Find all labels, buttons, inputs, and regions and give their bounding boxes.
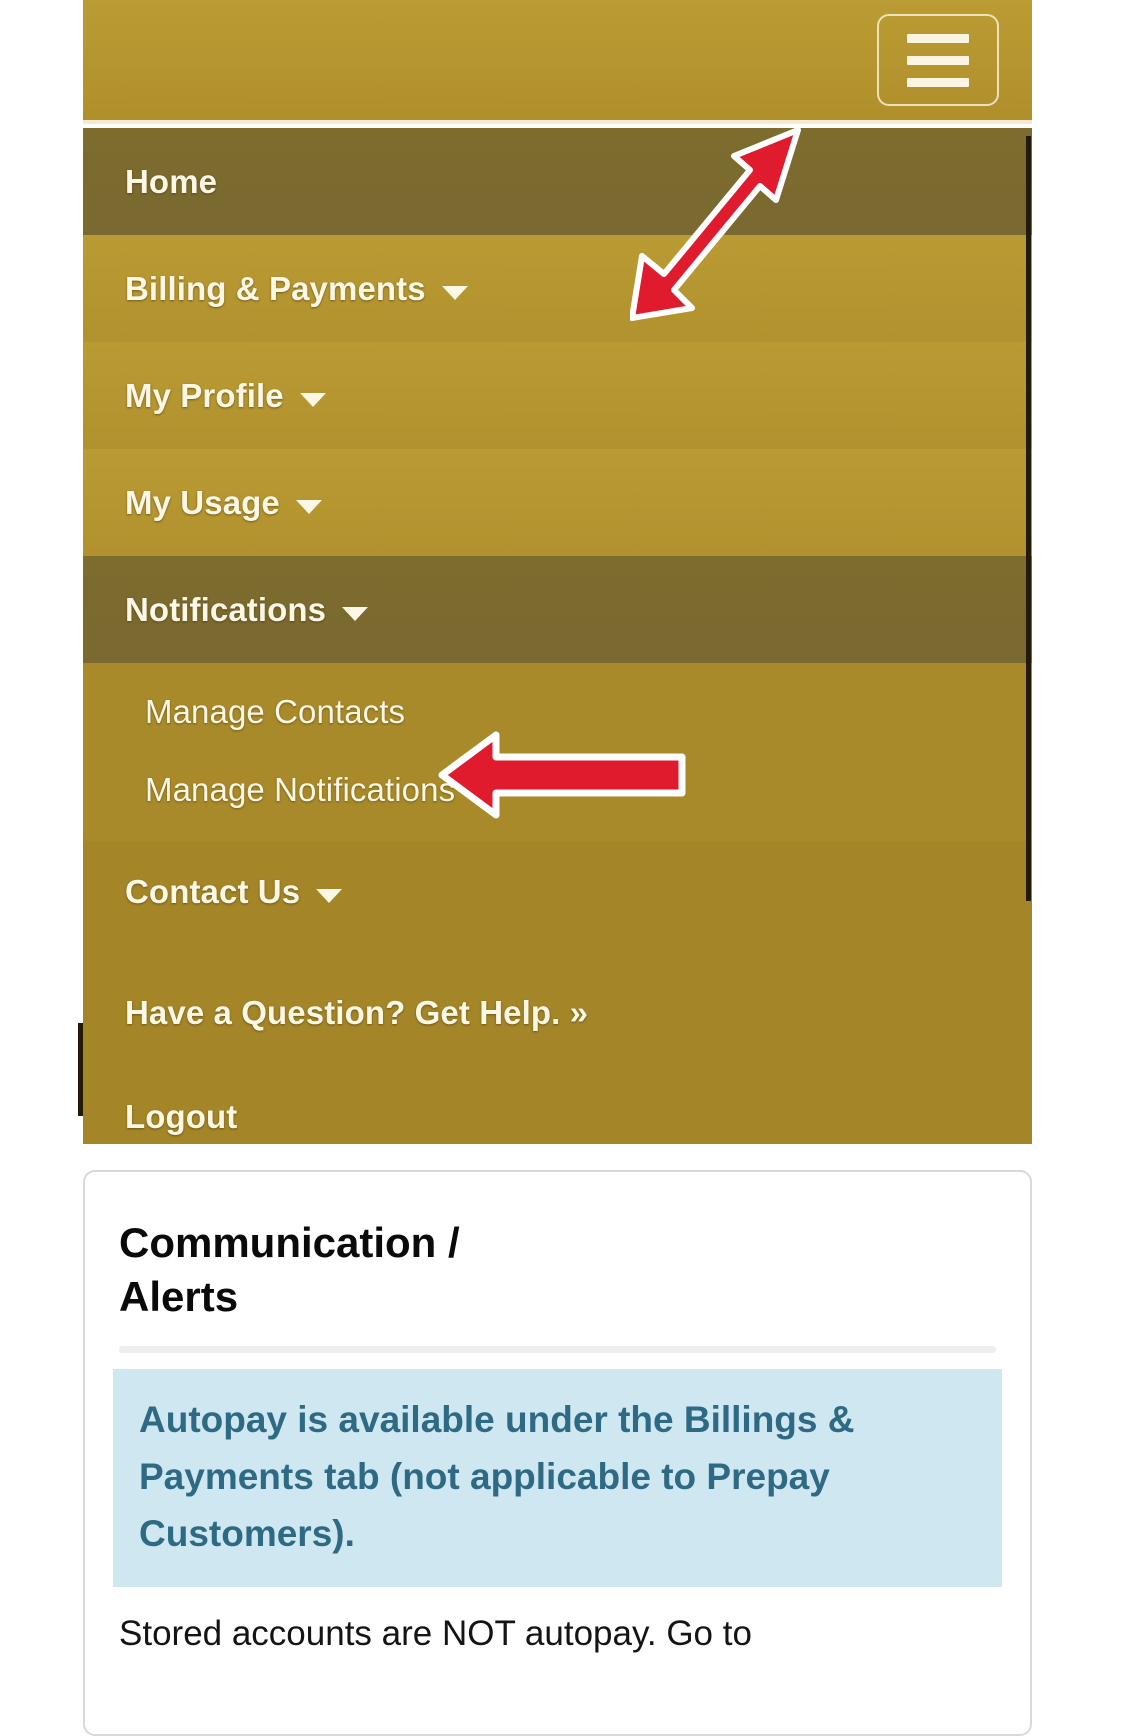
sidebar-item-contact-us[interactable]: Contact Us (83, 841, 1032, 943)
sidebar-item-label-contact-us: Contact Us (125, 873, 301, 910)
sidebar-item-label-billing-payments: Billing & Payments (125, 269, 426, 307)
sidebar-item-my-usage[interactable]: My Usage (83, 449, 1032, 556)
nav-divider-spacer (83, 943, 1032, 963)
alert-banner-text: Autopay is available under the Billings … (139, 1398, 855, 1555)
hamburger-menu-icon-line-2 (907, 55, 969, 65)
main-navigation-menu: Home Billing & Payments My Profile My Us… (83, 128, 1032, 1144)
sidebar-item-label-my-usage: My Usage (125, 483, 280, 521)
page-title: Communication / Alerts (119, 1216, 539, 1324)
chevron-down-icon-my-usage (295, 499, 322, 514)
notifications-submenu: Manage Contacts Manage Notifications (83, 663, 1032, 841)
left-gutter (0, 0, 83, 1736)
sidebar-item-get-help[interactable]: Have a Question? Get Help. » (83, 963, 1032, 1063)
card-divider (119, 1345, 996, 1353)
alert-banner: Autopay is available under the Billings … (113, 1368, 1002, 1587)
sidebar-item-label-notifications: Notifications (125, 590, 327, 628)
sidebar-item-label-get-help: Have a Question? Get Help. » (125, 994, 589, 1031)
hamburger-menu-icon-line-1 (907, 33, 969, 43)
sidebar-item-label-my-profile: My Profile (125, 376, 284, 414)
hamburger-menu-icon-line-3 (907, 77, 969, 87)
sidebar-item-label-home: Home (125, 162, 218, 200)
communication-alerts-card: Communication / Alerts Autopay is availa… (83, 1170, 1032, 1736)
sidebar-item-manage-contacts[interactable]: Manage Contacts (83, 673, 1032, 751)
sidebar-item-logout[interactable]: Logout (83, 1067, 1032, 1144)
sidebar-item-label-manage-contacts: Manage Contacts (145, 693, 406, 730)
sidebar-item-label-logout: Logout (125, 1098, 238, 1135)
chevron-down-icon-billing-payments (441, 285, 468, 300)
page-root: Home Billing & Payments My Profile My Us… (0, 0, 1125, 1736)
app-header-bar (83, 0, 1032, 124)
sidebar-item-notifications[interactable]: Notifications (83, 556, 1032, 663)
page-title-line-2: Alerts (119, 1272, 239, 1320)
nav-scrollbar-left[interactable] (78, 1023, 83, 1116)
chevron-down-icon-my-profile (299, 392, 326, 407)
sidebar-item-label-manage-notifications: Manage Notifications (145, 771, 456, 808)
chevron-down-icon-contact-us (316, 889, 343, 903)
hamburger-menu-button[interactable] (877, 14, 999, 106)
page-title-line-1: Communication / (119, 1219, 460, 1266)
sidebar-item-my-profile[interactable]: My Profile (83, 342, 1032, 449)
right-gutter (1032, 0, 1125, 1736)
sidebar-item-billing-payments[interactable]: Billing & Payments (83, 235, 1032, 342)
sidebar-item-manage-notifications[interactable]: Manage Notifications (83, 751, 1032, 829)
chevron-down-icon-notifications (342, 606, 369, 621)
nav-scrollbar-right[interactable] (1026, 136, 1031, 901)
card-note-text: Stored accounts are NOT autopay. Go to (119, 1613, 752, 1653)
sidebar-item-home[interactable]: Home (83, 128, 1032, 235)
